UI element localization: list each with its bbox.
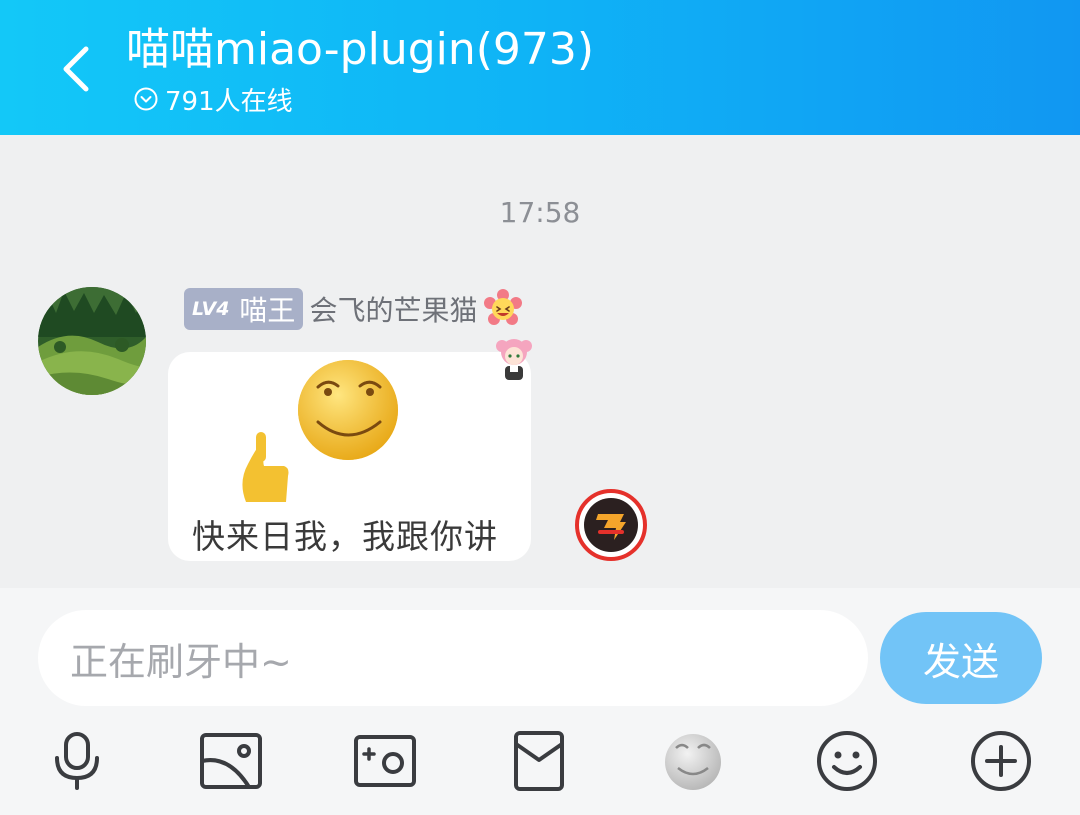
sticker-message[interactable]: 快来日我，我跟你讲 — [168, 352, 531, 561]
send-button[interactable]: 发送 — [880, 612, 1042, 704]
sticker-caption: 快来日我，我跟你讲 — [192, 517, 498, 556]
rank-title: 喵王 — [239, 294, 296, 327]
sender-info: LV4 喵王 会飞的芒果猫 — [184, 287, 523, 331]
sender-nickname[interactable]: 会飞的芒果猫 — [309, 289, 477, 329]
reaction-stamp-icon[interactable] — [574, 488, 648, 562]
toolbar-emoji[interactable] — [814, 728, 880, 794]
toolbar-more[interactable] — [968, 728, 1034, 794]
online-count: 791人在线 — [165, 86, 293, 117]
toolbar-voice[interactable] — [44, 728, 110, 794]
message-input[interactable]: 正在刷牙中~ — [38, 610, 868, 706]
back-button[interactable] — [50, 38, 102, 100]
camera-icon — [354, 735, 416, 787]
flower-emoji-icon — [484, 289, 523, 325]
smile-icon — [817, 731, 877, 791]
input-bar: 正在刷牙中~ 发送 — [0, 588, 1080, 815]
microphone-icon — [55, 732, 99, 790]
message-timestamp: 17:58 — [499, 196, 581, 229]
chat-screen: 喵喵miao-plugin(973) 791人在线 17:58 LV4 喵王 会… — [0, 0, 1080, 815]
plus-icon — [971, 731, 1031, 791]
chevron-down-circle-icon — [134, 87, 158, 111]
group-title[interactable]: 喵喵miao-plugin(973) — [126, 22, 594, 78]
toolbar-sticker[interactable] — [660, 728, 726, 794]
toolbar-camera[interactable] — [352, 728, 418, 794]
avatar-landscape-image — [38, 287, 146, 395]
emoji-sticker-icon — [665, 734, 721, 790]
chat-header: 喵喵miao-plugin(973) 791人在线 — [0, 0, 1080, 135]
image-icon — [200, 733, 262, 789]
pixel-girl-icon — [496, 339, 532, 380]
red-packet-icon — [514, 731, 564, 791]
online-status[interactable]: 791人在线 — [133, 82, 293, 117]
chevron-left-icon — [63, 46, 89, 92]
toolbar-image[interactable] — [198, 728, 264, 794]
level-badge[interactable]: LV4 喵王 — [184, 288, 304, 330]
toolbar-red-packet[interactable] — [506, 728, 572, 794]
level-label: LV4 — [192, 298, 230, 320]
avatar[interactable] — [38, 287, 146, 395]
